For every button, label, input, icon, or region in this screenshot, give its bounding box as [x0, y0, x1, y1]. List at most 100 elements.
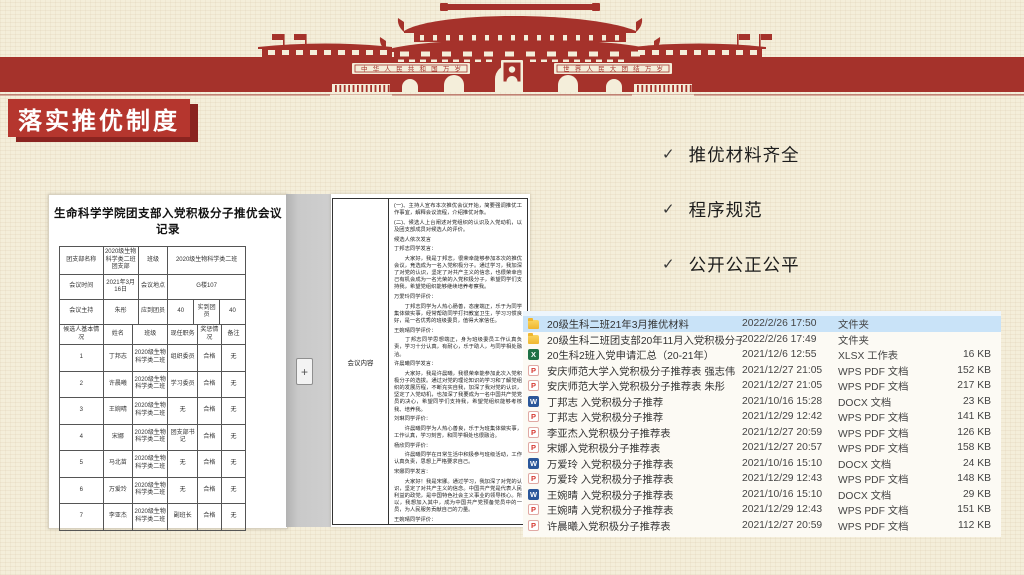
file-row[interactable]: 安庆师范大学入党积极分子推荐表 强志伟 2021/12/27 21:05 WPS…: [523, 363, 1001, 379]
check-icon: ✓: [662, 255, 675, 273]
content-paragraph: 候选人依次发言: [394, 237, 522, 244]
content-paragraph: (二)、候选人上台阐述对党组织的认识及入党动机，以及团支部成员对候选人的评价。: [394, 220, 522, 234]
file-name: 20级生科二班团支部20年11月入党积极分子发...: [547, 332, 742, 347]
file-date: 2022/2/26 17:50: [742, 318, 838, 329]
table-row: 1 丁邦志 2020级生物科学类二班 组织委员 合格 无: [60, 344, 245, 371]
content-paragraph: 丁邦志同学发言：: [394, 246, 522, 253]
content-paragraph: 刘琳同学评价：: [394, 416, 522, 423]
file-size: 152 KB: [938, 365, 1001, 376]
file-type: WPS PDF 文档: [838, 425, 938, 440]
file-date: 2022/2/26 17:49: [742, 334, 838, 345]
content-paragraph: 大家好！我是宋娜。通过学习，我加深了对党的认识，坚定了对共产主义的信念。中国共产…: [394, 479, 522, 515]
file-name: 王婉晴 入党积极分子推荐表: [547, 487, 742, 502]
table-meta-row: 会议时间 2021年3月16日 会议地点 G楼107: [60, 274, 245, 299]
meeting-content-table: 会议内容 (一)、主持人宣布本次推优会议开始，简要强调推优工作事宜，解释会议流程…: [332, 198, 528, 525]
content-paragraph: 王婉晴同学评价：: [394, 517, 522, 524]
file-size: 217 KB: [938, 380, 1001, 391]
file-size: 141 KB: [938, 411, 1001, 422]
bullet-label: 程序规范: [689, 197, 763, 222]
file-name: 丁邦志 入党积极分子推荐: [547, 394, 742, 409]
file-date: 2021/12/27 20:57: [742, 442, 838, 453]
file-date: 2021/12/29 12:43: [742, 504, 838, 515]
file-size: 148 KB: [938, 473, 1001, 484]
content-paragraph: 许晨曦同学为人热心善良，乐于为班集体做实事，工作认真，学习刻苦，和同学相处也很融…: [394, 426, 522, 440]
bullet-item: ✓ 公开公正公平: [662, 252, 800, 276]
content-paragraph: 大家好，我是许晨曦，我很荣幸能参加此次入党积极分子的选拔。通过对党的理论知识的学…: [394, 371, 522, 414]
bullet-item: ✓ 推优材料齐全: [662, 142, 800, 166]
pdf-icon: [528, 365, 539, 376]
file-name: 安庆师范大学入党积极分子推荐表 朱彤: [547, 378, 742, 393]
bullet-label: 公开公正公平: [689, 252, 800, 277]
zoom-in-button[interactable]: +: [296, 358, 313, 385]
file-row[interactable]: 20生科2班入党申请汇总（20-21年） 2021/12/6 12:55 XLS…: [523, 347, 1001, 363]
file-name: 王婉晴 入党积极分子推荐表: [547, 502, 742, 517]
presentation-slide: 中华人民共和国万岁 世界人民大团结万岁 落实推优制度 ✓ 推优材料齐全 ✓ 程序…: [0, 0, 1024, 575]
file-type: WPS PDF 文档: [838, 502, 938, 517]
document-title: 生命科学学院团支部入党积极分子推优会议记录: [49, 205, 287, 237]
file-type: WPS PDF 文档: [838, 440, 938, 455]
file-row[interactable]: 丁邦志 入党积极分子推荐 2021/12/29 12:42 WPS PDF 文档…: [523, 409, 1001, 425]
file-row[interactable]: 万爱玲 入党积极分子推荐表 2021/10/16 15:10 DOCX 文档 2…: [523, 456, 1001, 472]
pdf-icon: [528, 380, 539, 391]
content-paragraph: 许晨曦同学在日常生活中积极参与班级活动，工作认真负责，思想上严格要求自己。: [394, 452, 522, 466]
table-row: 6 万爱玲 2020级生物科学类二班 无 合格 无: [60, 477, 245, 504]
check-icon: ✓: [662, 200, 675, 218]
table-row: 2 许晨曦 2020级生物科学类二班 学习委员 合格 无: [60, 371, 245, 398]
file-name: 20级生科二班21年3月推优材料: [547, 316, 742, 331]
document-page-left: 生命科学学院团支部入党积极分子推优会议记录 团支部名称 2020级生物科学类二班…: [48, 194, 288, 529]
file-row[interactable]: 20级生科二班团支部20年11月入党积极分子发... 2022/2/26 17:…: [523, 332, 1001, 348]
meeting-content-text: (一)、主持人宣布本次推优会议开始，简要强调推优工作事宜，解释会议流程，介绍推优…: [389, 199, 527, 524]
file-type: 文件夹: [838, 316, 938, 331]
docx-icon: [528, 396, 539, 407]
pdf-icon: [528, 411, 539, 422]
file-row[interactable]: 20级生科二班21年3月推优材料 2022/2/26 17:50 文件夹: [523, 316, 1001, 332]
tiananmen-illustration: 中华人民共和国万岁 世界人民大团结万岁: [0, 0, 1024, 102]
table-row: 7 李亚杰 2020级生物科学类二班 副班长 合格 无: [60, 503, 245, 530]
bullet-item: ✓ 程序规范: [662, 197, 800, 221]
pdf-icon: [528, 442, 539, 453]
file-type: WPS PDF 文档: [838, 409, 938, 424]
docx-icon: [528, 458, 539, 469]
folder-icon: [528, 335, 539, 344]
check-icon: ✓: [662, 145, 675, 163]
file-row[interactable]: 王婉晴 入党积极分子推荐表 2021/10/16 15:10 DOCX 文档 2…: [523, 487, 1001, 503]
file-row[interactable]: 许晨曦入党积极分子推荐表 2021/12/27 20:59 WPS PDF 文档…: [523, 518, 1001, 534]
content-paragraph: 丁邦志同学为人热心肠善，态度端正，乐于为同学集体做实事，经常帮助同学打扫教室卫生…: [394, 304, 522, 325]
file-date: 2021/12/6 12:55: [742, 349, 838, 360]
file-row[interactable]: 李亚杰入党积极分子推荐表 2021/12/27 20:59 WPS PDF 文档…: [523, 425, 1001, 441]
file-name: 许晨曦入党积极分子推荐表: [547, 518, 742, 533]
file-name: 安庆师范大学入党积极分子推荐表 强志伟: [547, 363, 742, 378]
pdf-icon: [528, 520, 539, 531]
file-row[interactable]: 丁邦志 入党积极分子推荐 2021/10/16 15:28 DOCX 文档 23…: [523, 394, 1001, 410]
meeting-record-table: 团支部名称 2020级生物科学类二班团支部 班级 2020级生物科学类二班 会议…: [59, 246, 246, 531]
pdf-icon: [528, 427, 539, 438]
file-type: WPS PDF 文档: [838, 363, 938, 378]
docx-icon: [528, 489, 539, 500]
viewer-gutter: +: [286, 194, 331, 527]
table-meta-row: 会议主持 朱彤 应到团员 40 实到团员 40: [60, 299, 245, 324]
content-paragraph: 万爱玲同学评价：: [394, 294, 522, 301]
file-type: DOCX 文档: [838, 487, 938, 502]
file-row[interactable]: 万爱玲 入党积极分子推荐表 2021/12/29 12:43 WPS PDF 文…: [523, 471, 1001, 487]
file-name: 宋娜入党积极分子推荐表: [547, 440, 742, 455]
file-name: 万爱玲 入党积极分子推荐表: [547, 456, 742, 471]
file-type: XLSX 工作表: [838, 347, 938, 362]
file-name: 20生科2班入党申请汇总（20-21年）: [547, 347, 742, 362]
pdf-icon: [528, 504, 539, 515]
file-date: 2021/10/16 15:10: [742, 458, 838, 469]
file-size: 151 KB: [938, 504, 1001, 515]
file-date: 2021/12/27 21:05: [742, 365, 838, 376]
file-type: 文件夹: [838, 332, 938, 347]
file-date: 2021/12/27 20:59: [742, 520, 838, 531]
table-row: 5 马北苗 2020级生物科学类二班 无 合格 无: [60, 450, 245, 477]
file-row[interactable]: 安庆师范大学入党积极分子推荐表 朱彤 2021/12/27 21:05 WPS …: [523, 378, 1001, 394]
file-name: 万爱玲 入党积极分子推荐表: [547, 471, 742, 486]
table-row: 4 宋娜 2020级生物科学类二班 团支部书记 合格 无: [60, 424, 245, 451]
file-list: 20级生科二班21年3月推优材料 2022/2/26 17:50 文件夹 20级…: [523, 311, 1001, 537]
bullet-label: 推优材料齐全: [689, 142, 800, 167]
slide-title-badge: 落实推优制度: [8, 99, 190, 137]
file-row[interactable]: 宋娜入党积极分子推荐表 2021/12/27 20:57 WPS PDF 文档 …: [523, 440, 1001, 456]
file-row[interactable]: 王婉晴 入党积极分子推荐表 2021/12/29 12:43 WPS PDF 文…: [523, 502, 1001, 518]
file-size: 16 KB: [938, 349, 1001, 360]
file-date: 2021/10/16 15:10: [742, 489, 838, 500]
